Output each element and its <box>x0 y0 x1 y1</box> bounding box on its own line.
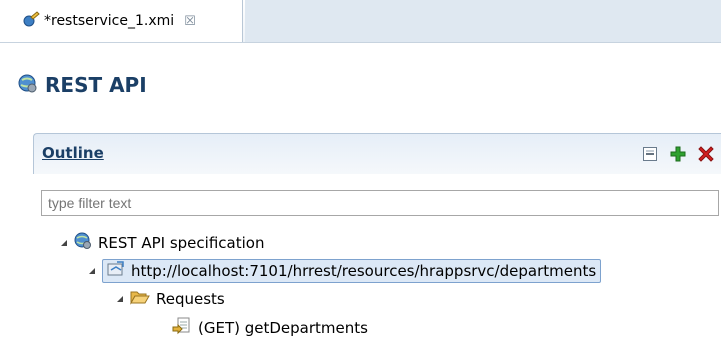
resource-link-icon <box>107 261 125 281</box>
tab-bar-empty-area <box>245 0 721 42</box>
request-icon <box>172 317 192 339</box>
close-icon[interactable]: ☒ <box>184 14 196 29</box>
tree-item-label: Requests <box>156 290 225 308</box>
editor-tab-bar: *restservice_1.xmi ☒ <box>0 0 721 43</box>
selected-tree-item[interactable]: http://localhost:7101/hrrest/resources/h… <box>102 259 602 283</box>
add-icon[interactable] <box>670 146 686 162</box>
tree-item-resource-url[interactable]: http://localhost:7101/hrrest/resources/h… <box>88 259 602 283</box>
model-file-icon <box>22 11 40 31</box>
editor-title: REST API <box>17 68 147 102</box>
outline-toolbar <box>642 146 714 162</box>
expanded-twisty-icon[interactable] <box>116 295 124 303</box>
tab-title: *restservice_1.xmi <box>44 13 175 29</box>
expanded-twisty-icon[interactable] <box>60 239 68 247</box>
page-title: REST API <box>45 73 147 97</box>
tree-item-requests[interactable]: Requests <box>116 289 225 309</box>
tree-item-label: (GET) getDepartments <box>198 319 368 337</box>
folder-open-icon <box>130 289 150 309</box>
tree-item-label: REST API specification <box>98 234 265 252</box>
filter-input[interactable] <box>41 190 719 216</box>
delete-icon[interactable] <box>698 146 714 162</box>
collapse-all-icon[interactable] <box>642 146 658 162</box>
tab-restservice[interactable]: *restservice_1.xmi ☒ <box>0 0 243 42</box>
outline-section-header: Outline <box>33 133 721 174</box>
tree-item-rest-api-specification[interactable]: REST API specification <box>60 232 264 254</box>
globe-icon <box>17 73 37 98</box>
globe-icon <box>74 232 92 254</box>
expanded-twisty-icon[interactable] <box>88 267 96 275</box>
tree-item-get-departments[interactable]: (GET) getDepartments <box>172 317 368 339</box>
outline-title[interactable]: Outline <box>42 144 104 162</box>
tree-item-label: http://localhost:7101/hrrest/resources/h… <box>131 262 597 280</box>
